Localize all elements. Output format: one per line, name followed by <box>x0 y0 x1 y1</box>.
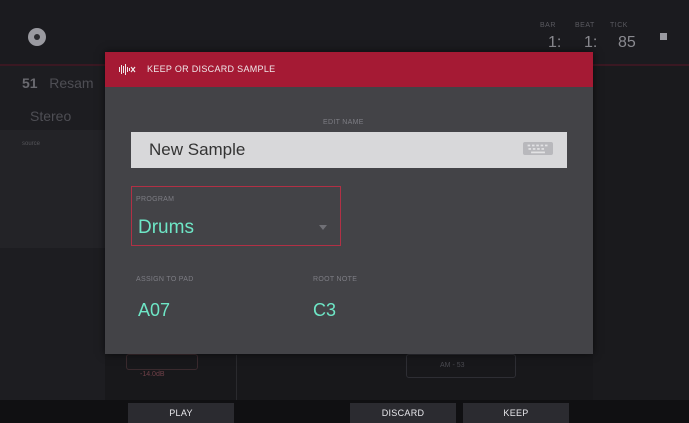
track-number: 51 <box>22 75 38 91</box>
level-readout: -14.0dB <box>140 371 165 378</box>
source-label: source <box>22 141 41 147</box>
program-label: PROGRAM <box>136 196 175 203</box>
background-waveform-box <box>0 130 105 248</box>
tick-label: TICK <box>610 22 628 29</box>
sample-name-field[interactable]: New Sample <box>131 132 567 168</box>
keyboard-icon[interactable] <box>523 142 553 155</box>
function-bar <box>0 400 689 423</box>
keep-button[interactable]: KEEP <box>463 403 569 423</box>
track-name: Resam <box>49 75 94 91</box>
app-logo-icon[interactable] <box>28 28 46 46</box>
divider <box>236 355 237 400</box>
stop-icon[interactable] <box>660 33 667 40</box>
background-right-panel <box>593 66 689 400</box>
root-note-value[interactable]: C3 <box>313 300 336 321</box>
ghost-text: AM - 53 <box>440 362 465 369</box>
mode-label: Stereo <box>30 108 72 124</box>
root-note-label: ROOT NOTE <box>313 276 358 283</box>
dialog-header: KEEP OR DISCARD SAMPLE <box>105 52 593 87</box>
play-button[interactable]: PLAY <box>128 403 234 423</box>
program-selector[interactable]: PROGRAM Drums <box>131 186 341 246</box>
assign-pad-label: ASSIGN TO PAD <box>136 276 194 283</box>
tick-counter: 85 <box>618 34 636 51</box>
assign-pad-value[interactable]: A07 <box>138 300 170 321</box>
bar-counter: 1: <box>548 34 562 51</box>
discard-button[interactable]: DISCARD <box>350 403 456 423</box>
sample-waveform-icon <box>119 64 136 75</box>
program-value: Drums <box>138 217 194 238</box>
edit-name-label: EDIT NAME <box>323 119 364 126</box>
track-row: 51 Resam <box>22 75 94 91</box>
beat-counter: 1: <box>584 34 598 51</box>
dialog-title: KEEP OR DISCARD SAMPLE <box>147 64 276 74</box>
chevron-down-icon <box>319 225 327 230</box>
bar-label: BAR <box>540 22 556 29</box>
beat-label: BEAT <box>575 22 595 29</box>
level-box <box>126 354 198 370</box>
keep-discard-dialog: KEEP OR DISCARD SAMPLE EDIT NAME New Sam… <box>105 52 593 354</box>
